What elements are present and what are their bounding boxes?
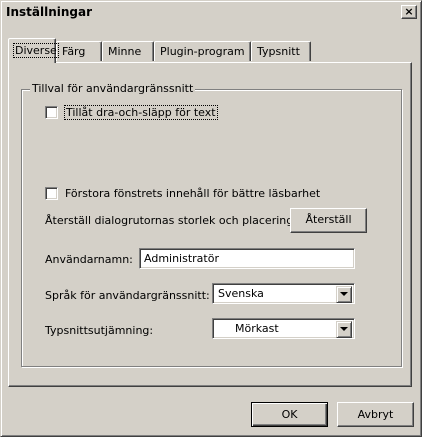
tab-plugin-program-label: Plugin-program — [160, 45, 245, 58]
tab-farg-label: Färg — [62, 45, 86, 58]
chevron-down-icon — [340, 292, 348, 296]
smoothing-label: Typsnittsutjämning: — [45, 324, 154, 337]
window-title: Inställningar — [6, 5, 93, 19]
title-bar[interactable]: Inställningar × — [4, 4, 418, 22]
tab-typsnitt[interactable]: Typsnitt — [251, 41, 311, 61]
tab-minne-label: Minne — [108, 45, 142, 58]
close-button[interactable]: × — [401, 5, 417, 19]
language-dropdown-button[interactable] — [336, 286, 352, 303]
close-icon: × — [404, 5, 414, 18]
language-label: Språk för användargränssnitt: — [45, 289, 210, 302]
drag-drop-label: Tillåt dra-och-släpp för text — [64, 105, 218, 120]
tab-minne[interactable]: Minne — [102, 41, 154, 61]
cancel-button[interactable]: Avbryt — [337, 402, 414, 427]
smoothing-value: Mörkast — [235, 322, 279, 335]
tab-farg[interactable]: Färg — [56, 41, 102, 61]
drag-drop-option[interactable]: Tillåt dra-och-släpp för text — [45, 105, 218, 120]
language-select[interactable]: Svenska — [212, 283, 355, 304]
ok-button[interactable]: OK — [251, 402, 328, 427]
username-field[interactable]: Administratör — [139, 248, 355, 269]
magnify-label: Förstora fönstrets innehåll för bättre l… — [65, 187, 321, 200]
tab-diverse-label: Diverse — [13, 43, 59, 58]
group-legend: Tillval för användargränssnitt — [30, 82, 196, 95]
smoothing-dropdown-button[interactable] — [336, 321, 352, 338]
magnify-option[interactable]: Förstora fönstrets innehåll för bättre l… — [45, 187, 320, 200]
smoothing-select[interactable]: Mörkast — [212, 318, 355, 339]
reset-label: Återställ dialogrutornas storlek och pla… — [45, 214, 297, 227]
chevron-down-icon — [340, 327, 348, 331]
tab-typsnitt-label: Typsnitt — [257, 45, 300, 58]
username-label: Användarnamn: — [45, 253, 133, 266]
cancel-button-label: Avbryt — [357, 408, 394, 421]
tab-plugin-program[interactable]: Plugin-program — [154, 41, 251, 61]
drag-drop-checkbox[interactable] — [45, 106, 58, 119]
reset-button-label: Återställ — [305, 213, 352, 226]
tab-diverse[interactable]: Diverse — [8, 38, 59, 63]
ok-button-label: OK — [281, 408, 298, 421]
language-value: Svenska — [218, 287, 264, 300]
reset-button[interactable]: Återställ — [290, 208, 367, 233]
magnify-checkbox[interactable] — [45, 187, 58, 200]
